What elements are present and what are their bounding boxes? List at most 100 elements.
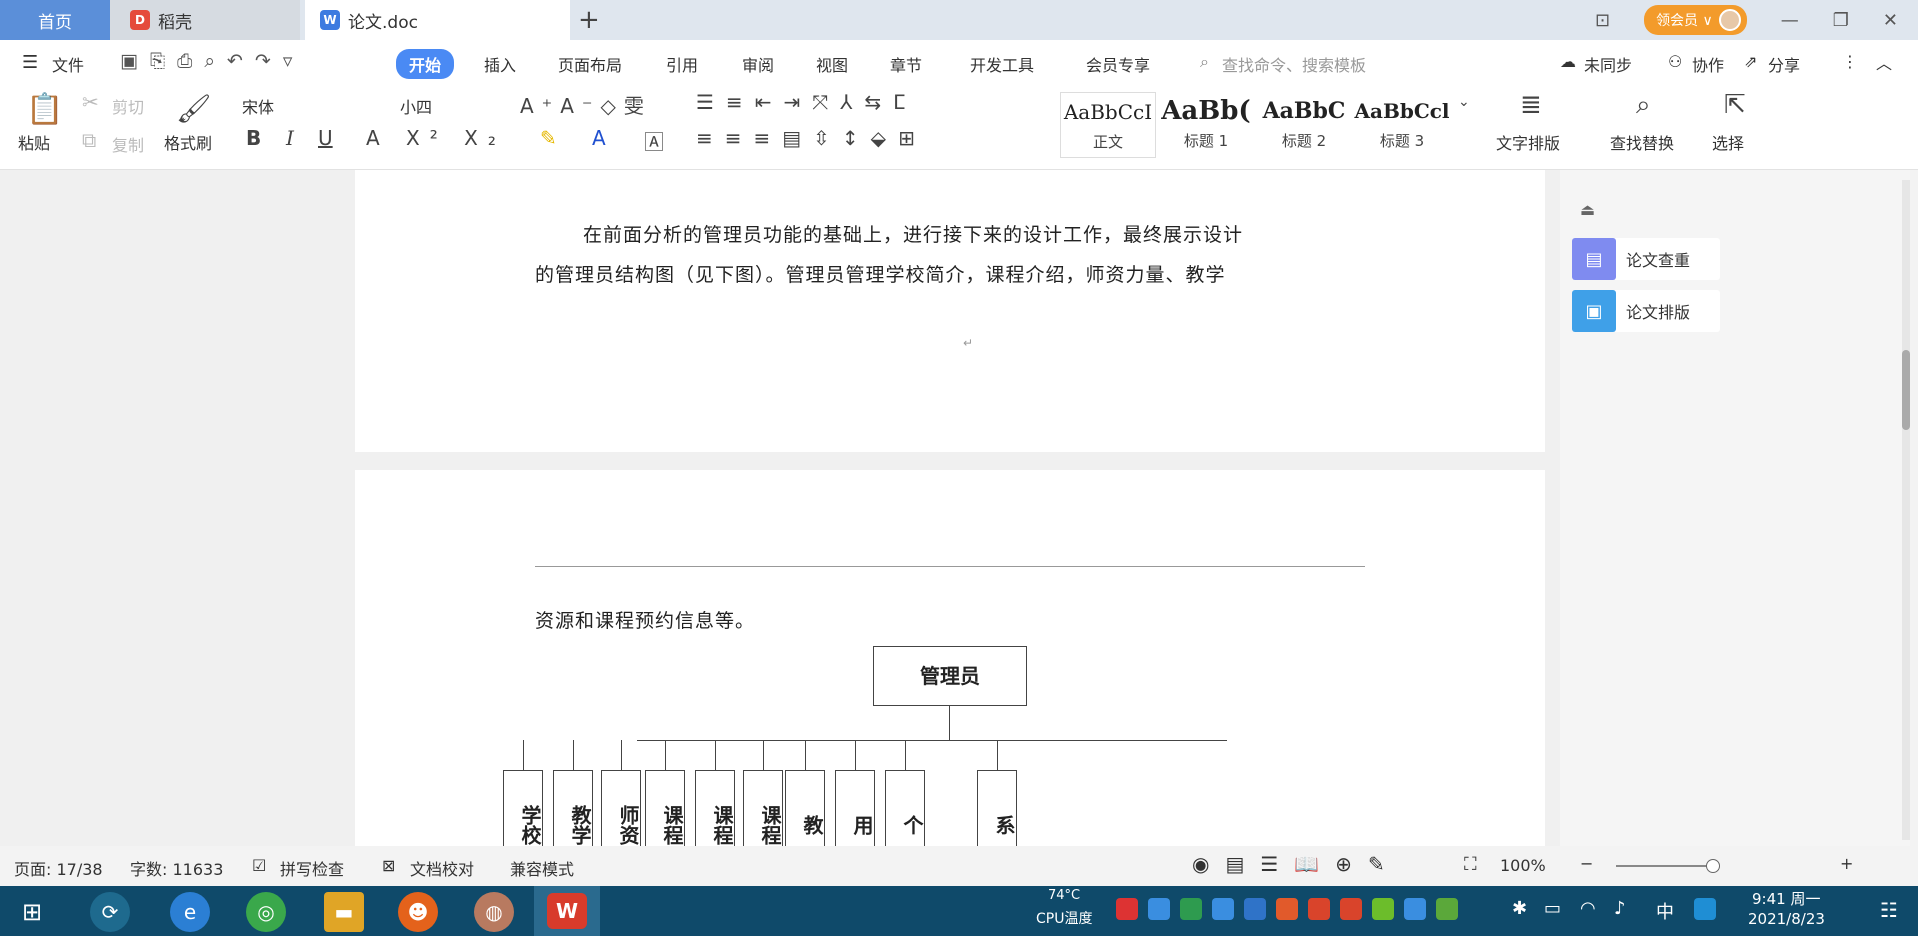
bluetooth-icon[interactable]: ✱ — [1512, 898, 1527, 919]
share-button[interactable]: 分享 — [1768, 52, 1800, 76]
font-size-select[interactable]: 小四 — [400, 94, 432, 118]
bold-icon[interactable]: B — [246, 126, 261, 150]
menu-layout[interactable]: 页面布局 — [558, 52, 622, 76]
tray-icon[interactable] — [1276, 898, 1298, 920]
zoom-slider[interactable] — [1616, 865, 1716, 867]
fit-page-icon[interactable]: ⛶ — [1464, 854, 1477, 875]
tray-icon[interactable] — [1148, 898, 1170, 920]
zoom-in-icon[interactable]: + — [1840, 854, 1853, 873]
menu-review[interactable]: 审阅 — [742, 52, 774, 76]
command-search[interactable]: 查找命令、搜索模板 — [1222, 52, 1366, 76]
zoom-level[interactable]: 100% — [1500, 856, 1546, 875]
word-count[interactable]: 字数: 11633 — [130, 856, 223, 880]
tray-icon[interactable] — [1340, 898, 1362, 920]
italic-icon[interactable]: I — [286, 126, 294, 150]
zoom-slider-handle[interactable] — [1706, 859, 1720, 873]
hamburger-icon[interactable]: ☰ — [22, 52, 38, 73]
close-icon[interactable]: ✕ — [1883, 10, 1898, 31]
tray-icon[interactable] — [1308, 898, 1330, 920]
page-indicator[interactable]: 页面: 17/38 — [14, 856, 103, 880]
folder-icon[interactable]: ▬ — [324, 892, 364, 932]
clock-time[interactable]: 9:41 周一 — [1752, 888, 1820, 909]
zoom-out-icon[interactable]: − — [1580, 854, 1593, 873]
list-indent-icons[interactable]: ☰≡⇤⇥⤧⅄⇆ⵎ — [696, 90, 918, 114]
view-mode-icons[interactable]: ◉▤☰📖⊕✎ — [1192, 852, 1401, 876]
tab-home[interactable]: 首页 — [0, 0, 110, 40]
org-child-box[interactable]: 学校 — [503, 770, 543, 846]
restore-icon[interactable]: ❐ — [1833, 10, 1849, 31]
paper-format-button[interactable]: ▣ 论文排版 — [1572, 290, 1720, 332]
vip-button[interactable]: 领会员 ∨ — [1644, 5, 1747, 35]
font-tools-icons[interactable]: A⁺A⁻◇雯 — [520, 90, 652, 119]
char-border-icon[interactable]: 🄰 — [644, 126, 664, 155]
tray-icon[interactable] — [1116, 898, 1138, 920]
paper-check-button[interactable]: ▤ 论文查重 — [1572, 238, 1720, 280]
menu-reference[interactable]: 引用 — [666, 52, 698, 76]
app-icon-5[interactable]: ◍ — [474, 892, 514, 932]
select-button[interactable]: 选择 — [1712, 130, 1744, 154]
menu-section[interactable]: 章节 — [890, 52, 922, 76]
org-child-box[interactable]: 师资 — [601, 770, 641, 846]
app-icon-4[interactable]: ☻ — [398, 892, 438, 932]
org-child-box[interactable]: 课程 — [743, 770, 783, 846]
text-layout-button[interactable]: 文字排版 — [1496, 130, 1560, 154]
org-child-box[interactable]: 用 — [835, 770, 875, 846]
tray-icon[interactable] — [1244, 898, 1266, 920]
style-heading-1[interactable]: AaBb( 标题 1 — [1158, 92, 1254, 158]
font-color-icon[interactable]: A — [592, 126, 606, 150]
format-painter-button[interactable]: 格式刷 — [164, 130, 212, 154]
document-canvas[interactable]: 在前面分析的管理员功能的基础上，进行接下来的设计工作，最终展示设计 的管理员结构… — [0, 170, 1560, 846]
style-heading-2[interactable]: AaBbC 标题 2 — [1256, 92, 1352, 158]
copy-icon[interactable]: ⧉ — [82, 128, 96, 152]
scrollbar-thumb[interactable] — [1902, 350, 1910, 430]
paragraph-line[interactable]: 的管理员结构图（见下图）。管理员管理学校简介，课程介绍，师资力量、教学 — [535, 260, 1226, 287]
tray-icon[interactable] — [1212, 898, 1234, 920]
document-page-17[interactable]: 在前面分析的管理员功能的基础上，进行接下来的设计工作，最终展示设计 的管理员结构… — [355, 170, 1545, 452]
paragraph-line[interactable]: 资源和课程预约信息等。 — [535, 606, 755, 633]
tray-icon[interactable] — [1372, 898, 1394, 920]
org-child-box[interactable]: 系 — [977, 770, 1017, 846]
wps-app-button[interactable]: W — [534, 886, 600, 936]
paste-icon[interactable]: 📋 — [26, 92, 63, 127]
paragraph-align-icons[interactable]: ≡≡≡▤⇳↕⬙⊞ — [696, 126, 927, 150]
minimize-icon[interactable]: — — [1781, 10, 1799, 31]
proof-button[interactable]: 文档校对 — [410, 856, 474, 880]
menu-start[interactable]: 开始 — [396, 49, 455, 79]
more-icon[interactable]: ⋮ — [1842, 52, 1858, 71]
battery-icon[interactable]: ▭ — [1544, 898, 1561, 919]
org-child-box[interactable]: 个 — [885, 770, 925, 846]
text-layout-icon[interactable]: ≣ — [1520, 90, 1542, 120]
sync-status[interactable]: 未同步 — [1584, 52, 1632, 76]
tray-icon[interactable] — [1180, 898, 1202, 920]
tray-icon[interactable] — [1404, 898, 1426, 920]
org-child-box[interactable]: 课程 — [695, 770, 735, 846]
tray-icon[interactable] — [1694, 898, 1716, 920]
clock-date[interactable]: 2021/8/23 — [1748, 910, 1825, 928]
highlight-icon[interactable]: ✎ — [540, 126, 557, 150]
spell-check-button[interactable]: 拼写检查 — [280, 856, 344, 880]
browser-icon[interactable]: ◎ — [246, 892, 286, 932]
panel-collapse-icon[interactable]: ⏏ — [1580, 200, 1595, 219]
windows-start-icon[interactable]: ⊞ — [22, 898, 42, 926]
paste-button[interactable]: 粘贴 — [18, 130, 50, 154]
find-replace-button[interactable]: 查找替换 — [1610, 130, 1674, 154]
menu-file[interactable]: 文件 — [52, 52, 84, 76]
tray-icon[interactable] — [1436, 898, 1458, 920]
document-page-18[interactable]: 资源和课程预约信息等。 管理员 学校 教学 师资 课程 课程 课程教用个系 — [355, 470, 1545, 846]
tab-document[interactable]: W 论文.doc — [305, 0, 570, 40]
menu-member[interactable]: 会员专享 — [1086, 52, 1150, 76]
org-child-box[interactable]: 教 — [785, 770, 825, 846]
tablet-mode-icon[interactable]: ⊡ — [1595, 10, 1610, 31]
volume-icon[interactable]: ♪ — [1614, 898, 1626, 919]
find-replace-icon[interactable]: ⌕ — [1636, 90, 1651, 121]
paragraph-line[interactable]: 在前面分析的管理员功能的基础上，进行接下来的设计工作，最终展示设计 — [583, 220, 1243, 247]
menu-insert[interactable]: 插入 — [484, 52, 516, 76]
menu-view[interactable]: 视图 — [816, 52, 848, 76]
wifi-icon[interactable]: ◠ — [1580, 898, 1596, 919]
vertical-scrollbar[interactable] — [1902, 180, 1910, 840]
quick-access-icons[interactable]: ▣⎘⎙⌕↶↷▿ — [120, 50, 304, 72]
format-painter-icon[interactable]: 🖌 — [176, 92, 212, 125]
cut-button[interactable]: 剪切 — [112, 94, 144, 118]
style-heading-3[interactable]: AaBbCcl 标题 3 — [1354, 92, 1450, 158]
cut-icon[interactable]: ✂ — [82, 90, 99, 114]
